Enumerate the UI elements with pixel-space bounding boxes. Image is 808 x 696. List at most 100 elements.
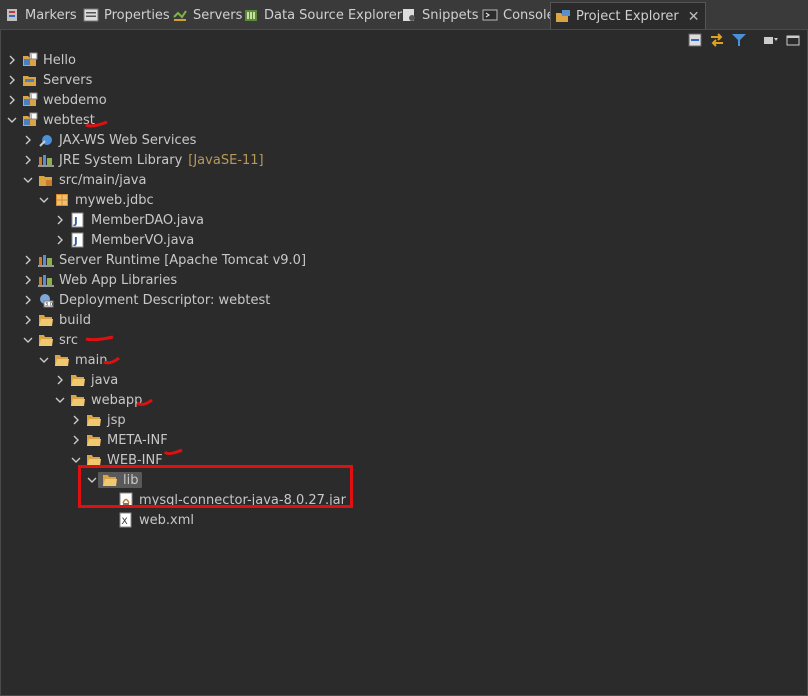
filter-icon[interactable] [730,31,748,49]
svg-text:J: J [73,216,78,227]
tree-item[interactable]: webapp [54,390,142,410]
tree-item[interactable]: Web App Libraries [22,270,177,290]
tab-project-explorer[interactable]: Project Explorer ✕ [550,2,707,30]
tree-item-label: JAX-WS Web Services [59,132,197,148]
tree-item[interactable]: src/main/java [22,170,146,190]
close-icon[interactable]: ✕ [688,9,700,25]
chevron-right-icon[interactable] [22,250,34,270]
tab-label: Properties [104,7,170,23]
tree-item[interactable]: Xweb.xml [102,510,194,530]
tree-item-label: build [59,312,91,328]
tab-snippets[interactable]: Snippets [401,2,478,28]
annotation-box [78,465,353,508]
tree-item[interactable]: META-INF [70,430,168,450]
tab-properties[interactable]: Properties [83,2,170,28]
tree-item[interactable]: Jwebdemo [6,90,107,110]
chevron-down-icon[interactable] [38,190,50,210]
tree-item[interactable]: main [38,350,107,370]
chevron-right-icon[interactable] [70,410,82,430]
folder-icon [70,372,86,388]
chevron-right-icon[interactable] [22,130,34,150]
tree-item-label: Server Runtime [Apache Tomcat v9.0] [59,252,307,268]
tree-item[interactable]: Servers [6,70,92,90]
tree-item[interactable]: java [54,370,118,390]
tree-item-label: Web App Libraries [59,272,178,288]
tree-item[interactable]: build [22,310,91,330]
view-menu-icon[interactable] [762,31,780,49]
chevron-right-icon[interactable] [54,370,66,390]
tree-item-label: JRE System Library [59,152,183,168]
tree-item[interactable]: J MemberDAO.java [54,210,204,230]
chevron-down-icon[interactable] [54,390,66,410]
tab-servers[interactable]: Servers [172,2,242,28]
folder-icon [54,352,70,368]
tab-label: Snippets [422,7,479,23]
chevron-right-icon[interactable] [54,230,66,250]
collapse-all-icon[interactable] [686,31,704,49]
chevron-right-icon[interactable] [6,90,18,110]
folder-icon [86,412,102,428]
tree-item-label: src [59,332,78,348]
tree-item[interactable]: J Hello [6,50,76,70]
tree-item-label: main [75,352,108,368]
tree-item[interactable]: jsp [70,410,126,430]
tree-item[interactable]: myweb.jdbc [38,190,154,210]
tree-item[interactable]: Server Runtime [Apache Tomcat v9.0] [22,250,306,270]
tree-item-label: MemberDAO.java [91,212,204,228]
tree-item-label: myweb.jdbc [75,192,154,208]
java-file-icon: J [70,232,86,248]
tree-item-label: Deployment Descriptor: webtest [59,292,271,308]
chevron-down-icon[interactable] [38,350,50,370]
chevron-right-icon[interactable] [70,430,82,450]
tree-item-label: java [91,372,119,388]
tree-item[interactable]: JRE System Library [JavaSE-11] [22,150,264,170]
svg-text:J: J [30,94,32,100]
tab-markers[interactable]: Markers [4,2,77,28]
tree-item[interactable]: src [22,330,78,350]
chevron-right-icon[interactable] [22,310,34,330]
servers-icon [172,7,188,23]
tree-item-label: Hello [43,52,76,68]
folder-icon [70,392,86,408]
tree-item-label: Servers [43,72,93,88]
chevron-right-icon[interactable] [22,150,34,170]
tree-item[interactable]: J MemberVO.java [54,230,194,250]
tab-label: Markers [25,7,77,23]
svg-text:J: J [30,114,32,120]
properties-icon [83,7,99,23]
view-toolbar [686,30,802,50]
tree-item-label: jsp [107,412,126,428]
tree-item-label: src/main/java [59,172,147,188]
chevron-down-icon[interactable] [6,110,18,130]
tree-item-decoration: [JavaSE-11] [188,152,264,168]
chevron-right-icon[interactable] [6,70,18,90]
folder-icon [38,312,54,328]
tab-label: Console [503,7,555,23]
chevron-down-icon[interactable] [22,330,34,350]
svg-text:J: J [30,54,32,60]
web-project-icon: J [22,112,38,128]
svg-text:3.0: 3.0 [45,302,53,308]
chevron-right-icon[interactable] [54,210,66,230]
tree-item[interactable]: Jwebtest [6,110,95,130]
snippets-icon [401,7,417,23]
tab-label: Data Source Explorer [264,7,403,23]
tree-item[interactable]: 3.0 Deployment Descriptor: webtest [22,290,270,310]
chevron-right-icon[interactable] [22,290,34,310]
chevron-down-icon[interactable] [22,170,34,190]
tab-label: Servers [193,7,243,23]
tree-item-label: webapp [91,392,143,408]
tree-item-label: MemberVO.java [91,232,195,248]
tab-console[interactable]: Console [482,2,555,28]
chevron-right-icon[interactable] [6,50,18,70]
annotation-marks [85,120,183,456]
tree-item-label: webdemo [43,92,107,108]
tab-data-source-explorer[interactable]: Data Source Explorer [243,2,402,28]
minimize-icon[interactable] [784,31,802,49]
tree-item[interactable]: JAX-WS Web Services [22,130,196,150]
package-icon [54,192,70,208]
deployment-descriptor-icon: 3.0 [38,292,54,308]
link-with-editor-icon[interactable] [708,31,726,49]
chevron-right-icon[interactable] [22,270,34,290]
